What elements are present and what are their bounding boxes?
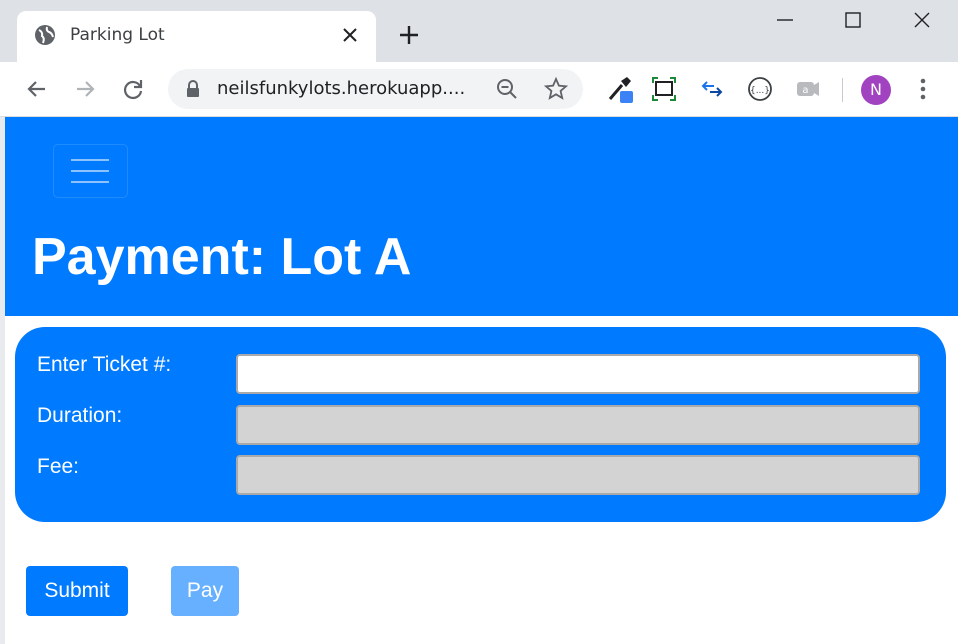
ticket-number-input[interactable] xyxy=(236,354,920,394)
tab-title: Parking Lot xyxy=(70,25,165,45)
maximize-icon[interactable] xyxy=(839,8,867,34)
close-tab-icon[interactable] xyxy=(340,25,360,45)
minimize-icon[interactable] xyxy=(771,8,799,34)
pay-button[interactable]: Pay xyxy=(171,566,239,616)
window-close-icon[interactable] xyxy=(908,8,936,34)
lock-icon[interactable] xyxy=(186,80,200,98)
reload-icon[interactable] xyxy=(119,75,147,103)
address-bar[interactable]: neilsfunkylots.herokuapp.... xyxy=(168,69,583,109)
back-icon[interactable] xyxy=(23,75,51,103)
submit-button[interactable]: Submit xyxy=(26,566,128,616)
duration-label: Duration: xyxy=(37,404,123,427)
browser-toolbar: neilsfunkylots.herokuapp.... {...} a N xyxy=(0,62,958,117)
page-title: Payment: Lot A xyxy=(32,228,412,286)
zoom-out-icon[interactable] xyxy=(496,78,518,100)
fee-field xyxy=(236,455,920,495)
page-header: Payment: Lot A xyxy=(5,117,958,316)
svg-text:{...}: {...} xyxy=(750,86,770,96)
svg-text:a: a xyxy=(802,85,808,96)
payment-form: Enter Ticket #: Duration: Fee: xyxy=(15,327,946,522)
browser-tabstrip: Parking Lot xyxy=(0,0,958,62)
bookmark-star-icon[interactable] xyxy=(544,77,568,101)
url-text: neilsfunkylots.herokuapp.... xyxy=(217,78,466,99)
browser-tab[interactable]: Parking Lot xyxy=(17,11,376,62)
globe-icon xyxy=(35,25,55,45)
forward-icon[interactable] xyxy=(71,75,99,103)
kebab-menu-icon[interactable] xyxy=(909,75,937,103)
chat-extension-icon[interactable]: a xyxy=(794,75,822,103)
ticket-label: Enter Ticket #: xyxy=(37,353,172,376)
color-picker-extension-icon[interactable] xyxy=(606,75,634,103)
toolbar-separator xyxy=(842,78,843,102)
profile-avatar[interactable]: N xyxy=(861,75,891,105)
page-content: Payment: Lot A Enter Ticket #: Duration:… xyxy=(5,117,958,644)
transfer-extension-icon[interactable] xyxy=(698,75,726,103)
screenshot-extension-icon[interactable] xyxy=(650,75,678,103)
json-viewer-extension-icon[interactable]: {...} xyxy=(746,75,774,103)
navbar-toggle-button[interactable] xyxy=(53,144,128,198)
duration-field xyxy=(236,405,920,445)
new-tab-icon[interactable] xyxy=(396,22,422,48)
fee-label: Fee: xyxy=(37,455,80,478)
